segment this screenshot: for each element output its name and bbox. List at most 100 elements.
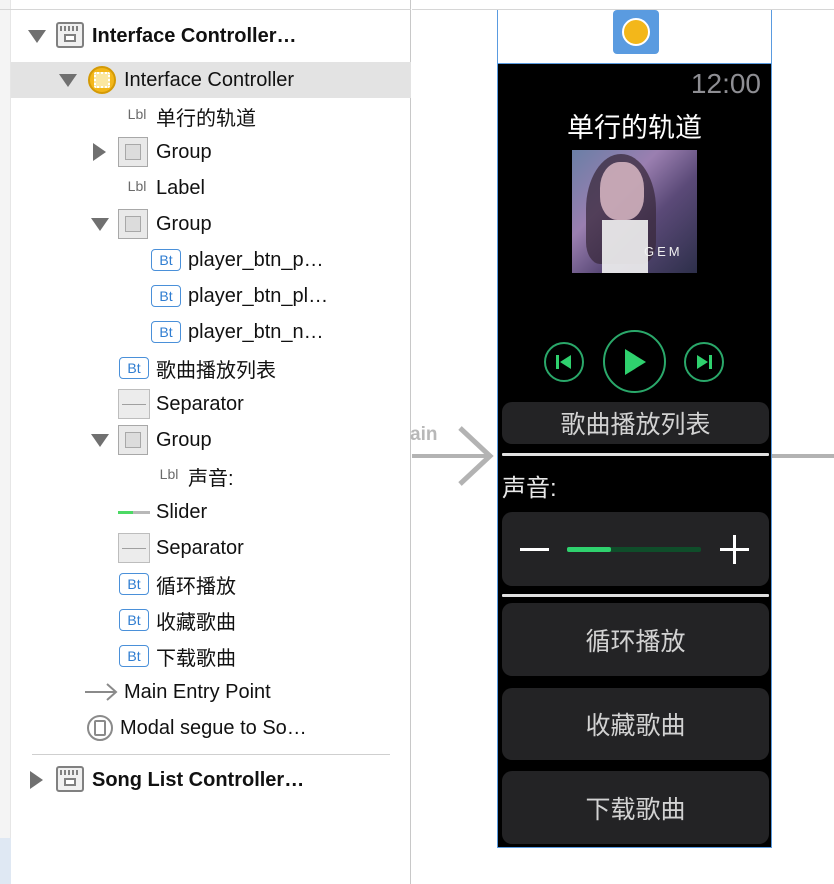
outline-item-playlist-button[interactable]: Bt 歌曲播放列表 bbox=[11, 350, 411, 386]
outline-item-favorite-button[interactable]: Bt 收藏歌曲 bbox=[11, 602, 411, 638]
play-button[interactable] bbox=[603, 330, 666, 393]
group-icon bbox=[118, 209, 148, 239]
outgoing-segue-line[interactable] bbox=[772, 454, 834, 458]
outline-row-label: 单行的轨道 bbox=[156, 107, 256, 130]
outline-item-group[interactable]: Group bbox=[11, 422, 411, 458]
outline-row-label: Main Entry Point bbox=[124, 680, 271, 703]
button-icon: Bt bbox=[119, 357, 149, 379]
outline-item-slider[interactable]: Slider bbox=[11, 494, 411, 530]
disclosure-triangle-icon[interactable] bbox=[28, 30, 46, 43]
watch-time: 12:00 bbox=[690, 68, 761, 99]
button-icon: Bt bbox=[151, 321, 181, 343]
separator bbox=[502, 594, 769, 597]
volume-slider[interactable] bbox=[502, 512, 769, 586]
outline-scene-interface-controller[interactable]: Interface Controller… bbox=[11, 18, 411, 54]
outline-item-interface-controller[interactable]: Interface Controller bbox=[11, 62, 411, 98]
outline-top-divider bbox=[0, 9, 411, 10]
outline-item-main-entry-point[interactable]: Main Entry Point bbox=[11, 674, 411, 710]
outline-row-label: Interface Controller bbox=[124, 68, 295, 91]
outline-item-player-prev-button[interactable]: Bt player_btn_p… bbox=[11, 242, 411, 278]
outline-row-label: Group bbox=[156, 140, 212, 163]
outline-gutter bbox=[0, 0, 11, 884]
disclosure-triangle-icon[interactable] bbox=[30, 771, 43, 789]
outline-item-loop-button[interactable]: Bt 循环播放 bbox=[11, 566, 411, 602]
outline-scene-divider bbox=[32, 754, 390, 755]
button-icon: Bt bbox=[151, 285, 181, 307]
outline-row-label: 收藏歌曲 bbox=[156, 611, 236, 634]
disclosure-triangle-icon[interactable] bbox=[59, 74, 77, 87]
watch-interface[interactable]: 12:00 单行的轨道 GEM 歌曲播放列表 声音: 循环播放 收藏歌曲 下载歌… bbox=[497, 63, 772, 848]
outline-item-group[interactable]: Group bbox=[11, 206, 411, 242]
slider-icon bbox=[118, 497, 150, 527]
outline-row-label: player_btn_pl… bbox=[188, 284, 329, 307]
outline-item-player-play-button[interactable]: Bt player_btn_pl… bbox=[11, 278, 411, 314]
outline-row-label: player_btn_p… bbox=[188, 248, 324, 271]
outline-row-label: 下载歌曲 bbox=[156, 647, 236, 670]
volume-down-icon[interactable] bbox=[520, 548, 549, 551]
volume-fill bbox=[567, 547, 612, 552]
segue-label: ain bbox=[410, 424, 438, 445]
outline-item-player-next-button[interactable]: Bt player_btn_n… bbox=[11, 314, 411, 350]
scene-dock bbox=[497, 10, 772, 64]
outline-row-label: player_btn_n… bbox=[188, 320, 324, 343]
separator bbox=[502, 453, 769, 456]
outline-row-label: Group bbox=[156, 212, 212, 235]
button-icon: Bt bbox=[119, 573, 149, 595]
outline-row-label: Label bbox=[156, 176, 205, 199]
entry-arrow-icon bbox=[85, 683, 118, 701]
album-logo-text: GEM bbox=[644, 244, 683, 259]
outline-item-separator[interactable]: Separator bbox=[11, 530, 411, 566]
disclosure-triangle-icon[interactable] bbox=[91, 218, 109, 231]
group-icon bbox=[118, 137, 148, 167]
next-icon bbox=[697, 355, 712, 369]
outline-item-group[interactable]: Group bbox=[11, 134, 411, 170]
outline-item-modal-segue[interactable]: Modal segue to So… bbox=[11, 710, 411, 746]
outline-row-label: Slider bbox=[156, 500, 208, 523]
outline-row-label: Song List Controller… bbox=[92, 768, 305, 791]
scene-icon bbox=[56, 766, 84, 792]
volume-track bbox=[567, 547, 701, 552]
previous-track-button[interactable] bbox=[544, 342, 584, 382]
outline-row-label: Separator bbox=[156, 392, 244, 415]
album-art-image[interactable]: GEM bbox=[572, 150, 697, 273]
scene-icon bbox=[56, 22, 84, 48]
separator-icon bbox=[118, 389, 150, 419]
next-track-button[interactable] bbox=[684, 342, 724, 382]
outline-row-label: 循环播放 bbox=[156, 575, 236, 598]
label-icon: Lbl bbox=[127, 178, 147, 194]
previous-icon bbox=[556, 355, 571, 369]
disclosure-triangle-icon[interactable] bbox=[93, 143, 106, 161]
outline-row-label: 歌曲播放列表 bbox=[156, 359, 276, 382]
button-icon: Bt bbox=[119, 609, 149, 631]
outline-row-label: 声音: bbox=[188, 467, 234, 490]
loop-button[interactable]: 循环播放 bbox=[502, 603, 769, 676]
outline-item-label[interactable]: Lbl Label bbox=[11, 170, 411, 206]
storyboard-canvas[interactable]: ain 12:00 单行的轨道 GEM 歌曲播放列表 声音: 循环播放 收藏歌曲… bbox=[410, 0, 834, 884]
outline-item-volume-label[interactable]: Lbl 声音: bbox=[11, 458, 411, 494]
outline-scene-song-list-controller[interactable]: Song List Controller… bbox=[11, 762, 411, 798]
outline-item-separator[interactable]: Separator bbox=[11, 386, 411, 422]
modal-segue-icon bbox=[87, 715, 113, 741]
download-button[interactable]: 下载歌曲 bbox=[502, 771, 769, 844]
group-icon bbox=[118, 425, 148, 455]
outline-row-label: Separator bbox=[156, 536, 244, 559]
separator-icon bbox=[118, 533, 150, 563]
label-icon: Lbl bbox=[159, 466, 179, 482]
outline-row-label: Interface Controller… bbox=[92, 24, 297, 47]
track-title-label[interactable]: 单行的轨道 bbox=[498, 106, 771, 145]
playlist-button[interactable]: 歌曲播放列表 bbox=[502, 402, 769, 444]
label-icon: Lbl bbox=[127, 106, 147, 122]
outline-row-label: Modal segue to So… bbox=[120, 716, 307, 739]
interface-controller-icon[interactable] bbox=[613, 10, 659, 54]
favorite-button[interactable]: 收藏歌曲 bbox=[502, 688, 769, 760]
outline-item-title-label[interactable]: Lbl 单行的轨道 bbox=[11, 98, 411, 134]
volume-up-icon-stem bbox=[733, 535, 736, 564]
volume-label: 声音: bbox=[502, 475, 557, 502]
interface-controller-icon bbox=[88, 66, 116, 94]
play-icon bbox=[624, 348, 646, 375]
outline-item-download-button[interactable]: Bt 下载歌曲 bbox=[11, 638, 411, 674]
button-icon: Bt bbox=[119, 645, 149, 667]
button-icon: Bt bbox=[151, 249, 181, 271]
outline-row-label: Group bbox=[156, 428, 212, 451]
disclosure-triangle-icon[interactable] bbox=[91, 434, 109, 447]
